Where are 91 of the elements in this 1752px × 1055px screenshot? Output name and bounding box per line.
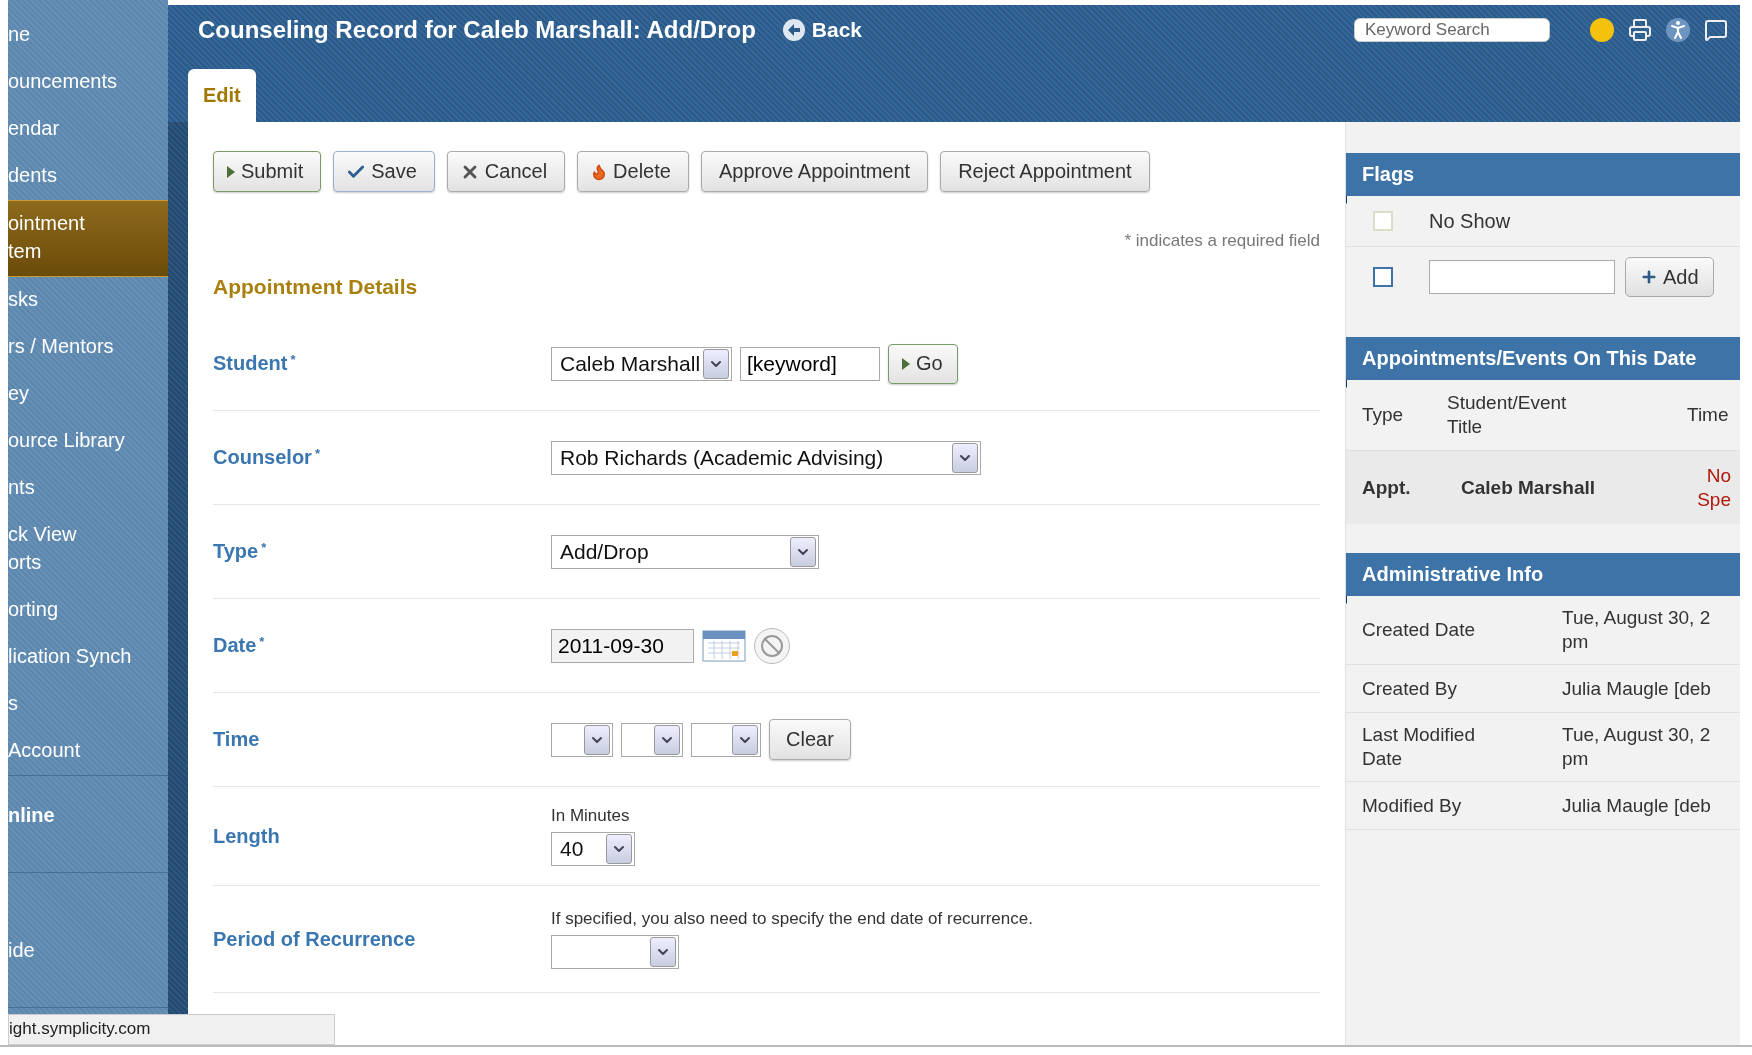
chevron-down-icon (703, 348, 729, 379)
info-label: Modified By (1362, 793, 1463, 818)
required-mark: * (290, 352, 296, 367)
sidebar-item[interactable]: Account (8, 728, 168, 775)
panel-header: Appointments/Events On This Date (1346, 337, 1740, 380)
chevron-down-icon (952, 442, 978, 473)
required-note: * indicates a required field (1124, 231, 1320, 251)
chevron-down-icon (790, 536, 816, 567)
tab[interactable]: Edit (188, 69, 256, 122)
dropdown[interactable]: Caleb Marshall (551, 346, 732, 381)
chevron-down-icon (650, 937, 676, 967)
page-title: Counseling Record for Caleb Marshall: Add/Drop (198, 16, 756, 44)
info-label: Created Date (1362, 618, 1476, 642)
table-cell-text: Appt. (1362, 475, 1412, 500)
panel-header: Administrative Info (1346, 553, 1740, 596)
dropdown[interactable] (551, 722, 613, 757)
sidebar-item[interactable]: nts (8, 465, 168, 512)
play-icon (901, 356, 911, 371)
info-value: Tue, August 30, 2 pm (1562, 606, 1712, 654)
accessibility-icon[interactable] (1666, 18, 1690, 42)
column-header: Type (1362, 403, 1405, 427)
sidebar-item[interactable]: ource Library (8, 418, 168, 465)
dropdown[interactable] (691, 722, 761, 757)
clear-icon[interactable] (754, 627, 790, 664)
sidebar-item[interactable]: ey (8, 371, 168, 418)
back-link[interactable]: Back (781, 18, 863, 42)
field-label: Type (213, 540, 259, 563)
column-header: Time (1686, 403, 1730, 427)
chevron-down-icon (732, 724, 758, 755)
required-mark: * (259, 634, 265, 649)
chevron-down-icon (584, 724, 610, 755)
toolbar-button[interactable]: Save (333, 151, 435, 192)
printer-icon[interactable] (1628, 18, 1652, 42)
toolbar-button[interactable]: Delete (577, 151, 689, 192)
info-value: Julia Maugle [deb (1562, 676, 1712, 701)
sidebar-item[interactable]: ointment tem (8, 200, 168, 277)
search-field[interactable]: Keyword Search (1354, 18, 1550, 42)
info-label: Last Modified Date (1362, 723, 1476, 771)
field-label: Date (213, 634, 257, 657)
status-bar: ight.symplicity.com (8, 1014, 335, 1045)
chat-icon[interactable] (1704, 18, 1728, 42)
section-title: Appointment Details (213, 275, 419, 299)
sidebar-item[interactable]: ouncements (8, 59, 168, 106)
sidebar-item[interactable]: s (8, 681, 168, 728)
go-button[interactable]: Go (888, 343, 958, 384)
dropdown[interactable] (621, 722, 683, 757)
sidebar-item[interactable]: orting (8, 587, 168, 634)
sidebar-item[interactable]: dents (8, 153, 168, 200)
play-icon (226, 164, 236, 179)
chevron-down-icon (654, 724, 680, 755)
info-label: Created By (1362, 676, 1459, 701)
clear-button[interactable]: Clear (769, 719, 851, 760)
field-label: Student (213, 352, 288, 375)
table-cell-text: Caleb Marshall (1460, 475, 1597, 500)
field-label: Time (213, 728, 260, 751)
sidebar-item[interactable]: endar (8, 106, 168, 153)
toolbar-button[interactable]: Approve Appointment (700, 151, 929, 192)
checkbox[interactable] (1373, 267, 1393, 287)
field-label: Counselor (213, 446, 312, 469)
flag-label: No Show (1429, 209, 1511, 233)
dropdown[interactable]: 40 (551, 832, 635, 866)
column-header: Student/Event Title (1447, 391, 1568, 439)
required-mark: * (314, 446, 320, 461)
chevron-down-icon (606, 834, 632, 864)
field-hint: In Minutes (551, 806, 631, 826)
sidebar-item[interactable]: rs / Mentors (8, 324, 168, 371)
panel-header: Flags (1346, 153, 1740, 196)
dropdown[interactable]: Add/Drop (551, 534, 819, 569)
help-icon[interactable] (1590, 18, 1614, 42)
flag-input[interactable] (1429, 260, 1615, 294)
add-button[interactable]: Add (1625, 257, 1714, 297)
required-mark: * (261, 540, 267, 555)
toolbar-button[interactable]: Reject Appointment (940, 151, 1150, 192)
sidebar-item[interactable]: ne (8, 12, 168, 59)
date-field[interactable]: 2011-09-30 (551, 628, 694, 663)
toolbar-button[interactable]: Submit (213, 151, 322, 192)
toolbar-button[interactable]: Cancel (446, 151, 566, 192)
calendar-icon[interactable] (702, 628, 746, 663)
sidebar-item[interactable]: ck View orts (8, 512, 168, 587)
dropdown[interactable]: Rob Richards (Academic Advising) (551, 440, 981, 475)
field-label: Length (213, 824, 280, 848)
field-label: Period of Recurrence (213, 927, 416, 951)
info-value: Tue, August 30, 2 pm (1562, 723, 1712, 771)
sidebar-item[interactable]: lication Synch (8, 634, 168, 681)
table-cell-text: No Spe (1696, 463, 1731, 512)
field-hint: If specified, you also need to specify the end date of recurrence. (551, 909, 1033, 929)
dropdown[interactable] (551, 935, 679, 969)
info-value: Julia Maugle [deb (1562, 793, 1712, 818)
keyword-field[interactable]: [keyword] (740, 346, 880, 381)
sidebar-item[interactable]: sks (8, 277, 168, 324)
plus-icon (1640, 268, 1658, 286)
